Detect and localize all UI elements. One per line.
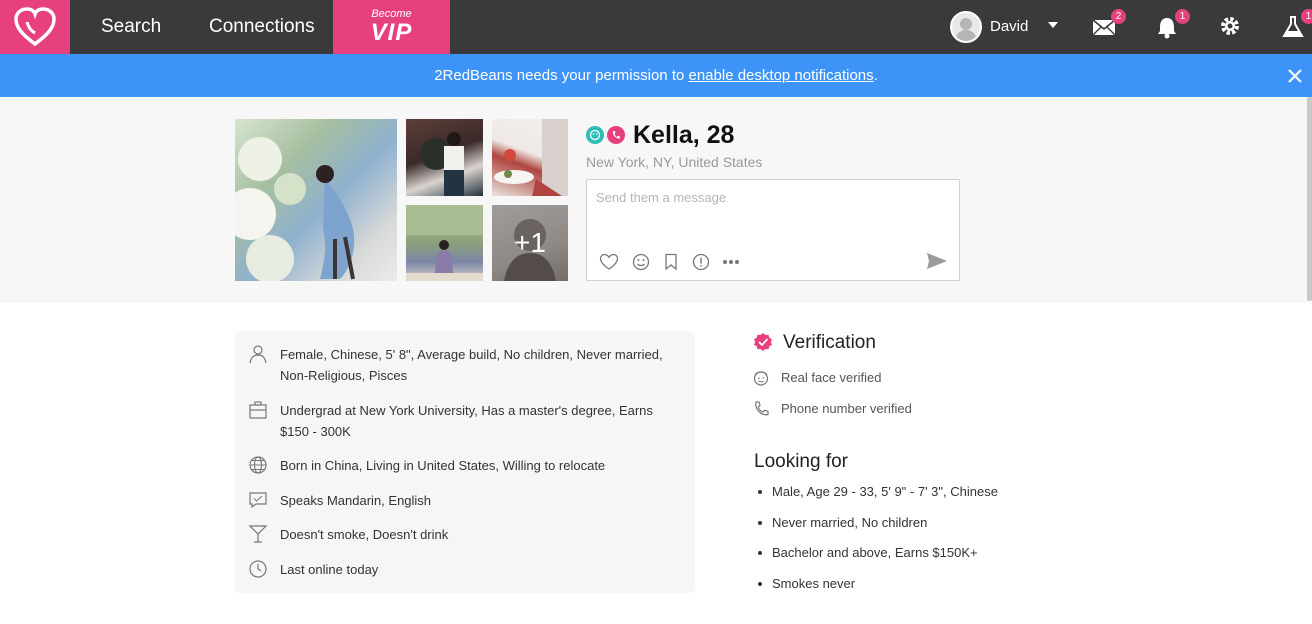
detail-habits: Doesn't smoke, Doesn't drink [280,527,449,542]
face-verified-icon [586,126,604,144]
looking-for-item: Male, Age 29 - 33, 5' 9" - 7' 3", Chines… [754,480,998,511]
emoji-icon[interactable] [631,252,651,272]
detail-languages: Speaks Mandarin, English [280,493,432,508]
labs-flask-icon[interactable]: 1 [1282,9,1312,41]
nav-connections-link[interactable]: Connections [209,0,315,54]
page-scrollbar[interactable] [1307,97,1312,301]
profile-photo-2[interactable] [406,119,483,196]
profile-name: Kella, 28 [633,121,735,149]
profile-details-card: Female, Chinese, 5' 8", Average build, N… [235,331,695,593]
verification-badges [586,126,625,144]
detail-location: Born in China, Living in United States, … [280,458,606,473]
looking-for-item: Bachelor and above, Earns $150K+ [754,541,998,572]
message-composer [586,179,960,281]
notifications-badge: 1 [1175,9,1190,24]
profile-photo-4[interactable] [406,205,483,281]
looking-for-list: Male, Age 29 - 33, 5' 9" - 7' 3", Chines… [754,480,998,602]
looking-for-item: Never married, No children [754,511,998,542]
close-icon[interactable] [1282,54,1308,97]
cocktail-icon [248,524,268,544]
profile-photo-3[interactable] [492,119,568,196]
clock-icon [248,559,268,579]
top-navigation-bar: Search Connections Become VIP David 2 1 … [0,0,1312,54]
report-icon[interactable] [691,252,711,272]
bell-icon[interactable]: 1 [1156,9,1190,41]
logo-heart-icon[interactable] [0,0,70,54]
enable-notifications-link[interactable]: enable desktop notifications [689,67,874,84]
phone-verified-text: Phone number verified [781,401,912,416]
become-vip-button[interactable]: Become VIP [333,0,450,54]
heart-icon[interactable] [599,252,619,272]
desktop-notification-banner: 2RedBeans needs your permission to enabl… [0,54,1312,97]
messages-badge: 2 [1111,9,1126,24]
briefcase-icon [248,400,268,420]
looking-for-item: Smokes never [754,572,998,603]
person-icon [248,344,268,364]
verified-badge-icon [753,332,773,352]
gear-icon[interactable] [1219,15,1245,41]
profile-photo-main[interactable] [235,119,397,281]
messages-icon[interactable]: 2 [1092,9,1126,41]
profile-photo-more[interactable]: +1 [492,205,568,281]
globe-icon [248,455,268,475]
verification-title: Verification [783,332,876,353]
detail-basics: Female, Chinese, 5' 8", Average build, N… [280,347,663,383]
profile-location: New York, NY, United States [586,154,763,170]
bookmark-icon[interactable] [661,252,681,272]
notification-text: 2RedBeans needs your permission to [434,67,689,84]
send-icon[interactable] [926,252,948,272]
detail-education: Undergrad at New York University, Has a … [280,403,653,439]
phone-icon [752,400,770,418]
verification-item: Phone number verified [752,400,1052,420]
verification-item: Real face verified [752,369,1052,389]
vip-label: VIP [370,19,413,46]
labs-badge: 1 [1301,9,1312,24]
message-input[interactable] [596,190,946,205]
more-options-icon[interactable] [721,252,741,272]
user-avatar[interactable] [950,11,982,43]
face-verified-text: Real face verified [781,370,882,385]
phone-verified-icon [607,126,625,144]
speech-icon [248,490,268,510]
nav-search-link[interactable]: Search [101,0,161,54]
user-name[interactable]: David [990,0,1028,54]
detail-last-online: Last online today [280,562,379,577]
face-icon [752,369,770,387]
chevron-down-icon[interactable] [1048,22,1058,28]
looking-for-title: Looking for [754,451,849,472]
notification-suffix: . [873,67,878,84]
more-photos-count: +1 [492,205,568,281]
message-actions [599,252,741,272]
